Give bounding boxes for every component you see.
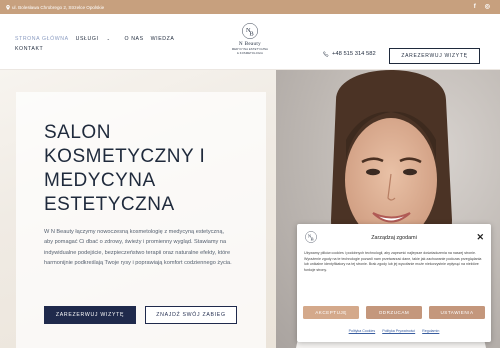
cookie-dialog-text: Używamy plików cookies i podobnych techn… bbox=[304, 251, 482, 272]
find-treatment-button[interactable]: ZNAJDŹ SWÓJ ZABIEG bbox=[145, 306, 237, 324]
site-logo[interactable]: N B N Beauty MEDYCYNA ESTETYCZNA & KOSME… bbox=[228, 22, 272, 56]
cookie-settings-button[interactable]: USTAWIENIA bbox=[429, 306, 485, 319]
nav-item-services[interactable]: USŁUGI ⌄ bbox=[76, 34, 118, 44]
nav-item-contact[interactable]: KONTAKT bbox=[15, 44, 43, 54]
reserve-visit-header-button[interactable]: ZAREZERWUJ WIZYTĘ bbox=[389, 48, 480, 64]
location-pin-icon bbox=[6, 4, 10, 10]
hero-description: W N Beauty łączymy nowoczesną kosmetolog… bbox=[44, 229, 232, 267]
cookie-policy-links: Polityka Cookies Polityka Prywatności Re… bbox=[297, 329, 491, 333]
nb-monogram-logo: N B bbox=[242, 23, 258, 39]
nav-item-services-label: USŁUGI bbox=[75, 36, 99, 42]
cookie-reject-button[interactable]: ODRZUCAM bbox=[366, 306, 422, 319]
social-links: f ◎ bbox=[474, 4, 490, 10]
logo-name: N Beauty bbox=[238, 41, 262, 47]
logo-subtitle-2: & KOSMETOLOGIA bbox=[236, 52, 264, 56]
address-text: ul. Bolesława Chrobrego 2, Strzelce Opol… bbox=[12, 4, 105, 10]
address: ul. Bolesława Chrobrego 2, Strzelce Opol… bbox=[6, 4, 105, 10]
facebook-icon[interactable]: f bbox=[474, 4, 476, 10]
instagram-icon[interactable]: ◎ bbox=[485, 4, 490, 10]
nav-item-home[interactable]: STRONA GŁÓWNA bbox=[15, 34, 69, 44]
nav-item-about[interactable]: O NAS bbox=[125, 34, 144, 44]
privacy-policy-link[interactable]: Polityka Prywatności bbox=[382, 329, 415, 333]
reserve-visit-button[interactable]: ZAREZERWUJ WIZYTĘ bbox=[44, 306, 136, 324]
phone-link[interactable]: +48 515 314 582 bbox=[323, 51, 376, 57]
cookie-buttons: AKCEPTUJĘ ODRZUCAM USTAWIENIA bbox=[303, 306, 485, 319]
phone-icon bbox=[323, 51, 329, 57]
phone-number: +48 515 314 582 bbox=[332, 51, 376, 57]
cookie-accept-button[interactable]: AKCEPTUJĘ bbox=[303, 306, 359, 319]
cookie-consent-dialog: N B Zarządzaj zgodami ✕ Używamy plików c… bbox=[297, 224, 491, 342]
chevron-down-icon: ⌄ bbox=[106, 36, 111, 41]
site-header: STRONA GŁÓWNA USŁUGI ⌄ O NAS WIEDZA KONTAKT … bbox=[0, 14, 500, 70]
cookie-policy-link[interactable]: Polityka Cookies bbox=[349, 329, 376, 333]
hero-title: SALON KOSMETYCZNY I MEDYCYNA ESTETYCZNA bbox=[44, 122, 206, 215]
close-icon[interactable]: ✕ bbox=[476, 233, 484, 242]
nav-item-knowledge[interactable]: WIEDZA bbox=[151, 34, 175, 44]
main-nav: STRONA GŁÓWNA USŁUGI ⌄ O NAS WIEDZA KONTAKT bbox=[15, 34, 185, 54]
top-info-bar: ul. Bolesława Chrobrego 2, Strzelce Opol… bbox=[0, 0, 500, 14]
svg-text:B: B bbox=[250, 31, 254, 38]
terms-link[interactable]: Regulamin bbox=[422, 329, 439, 333]
cookie-dialog-title: Zarządzaj zgodami bbox=[371, 235, 417, 241]
logo-subtitle-1: MEDYCYNA ESTETYCZNA bbox=[231, 48, 269, 51]
